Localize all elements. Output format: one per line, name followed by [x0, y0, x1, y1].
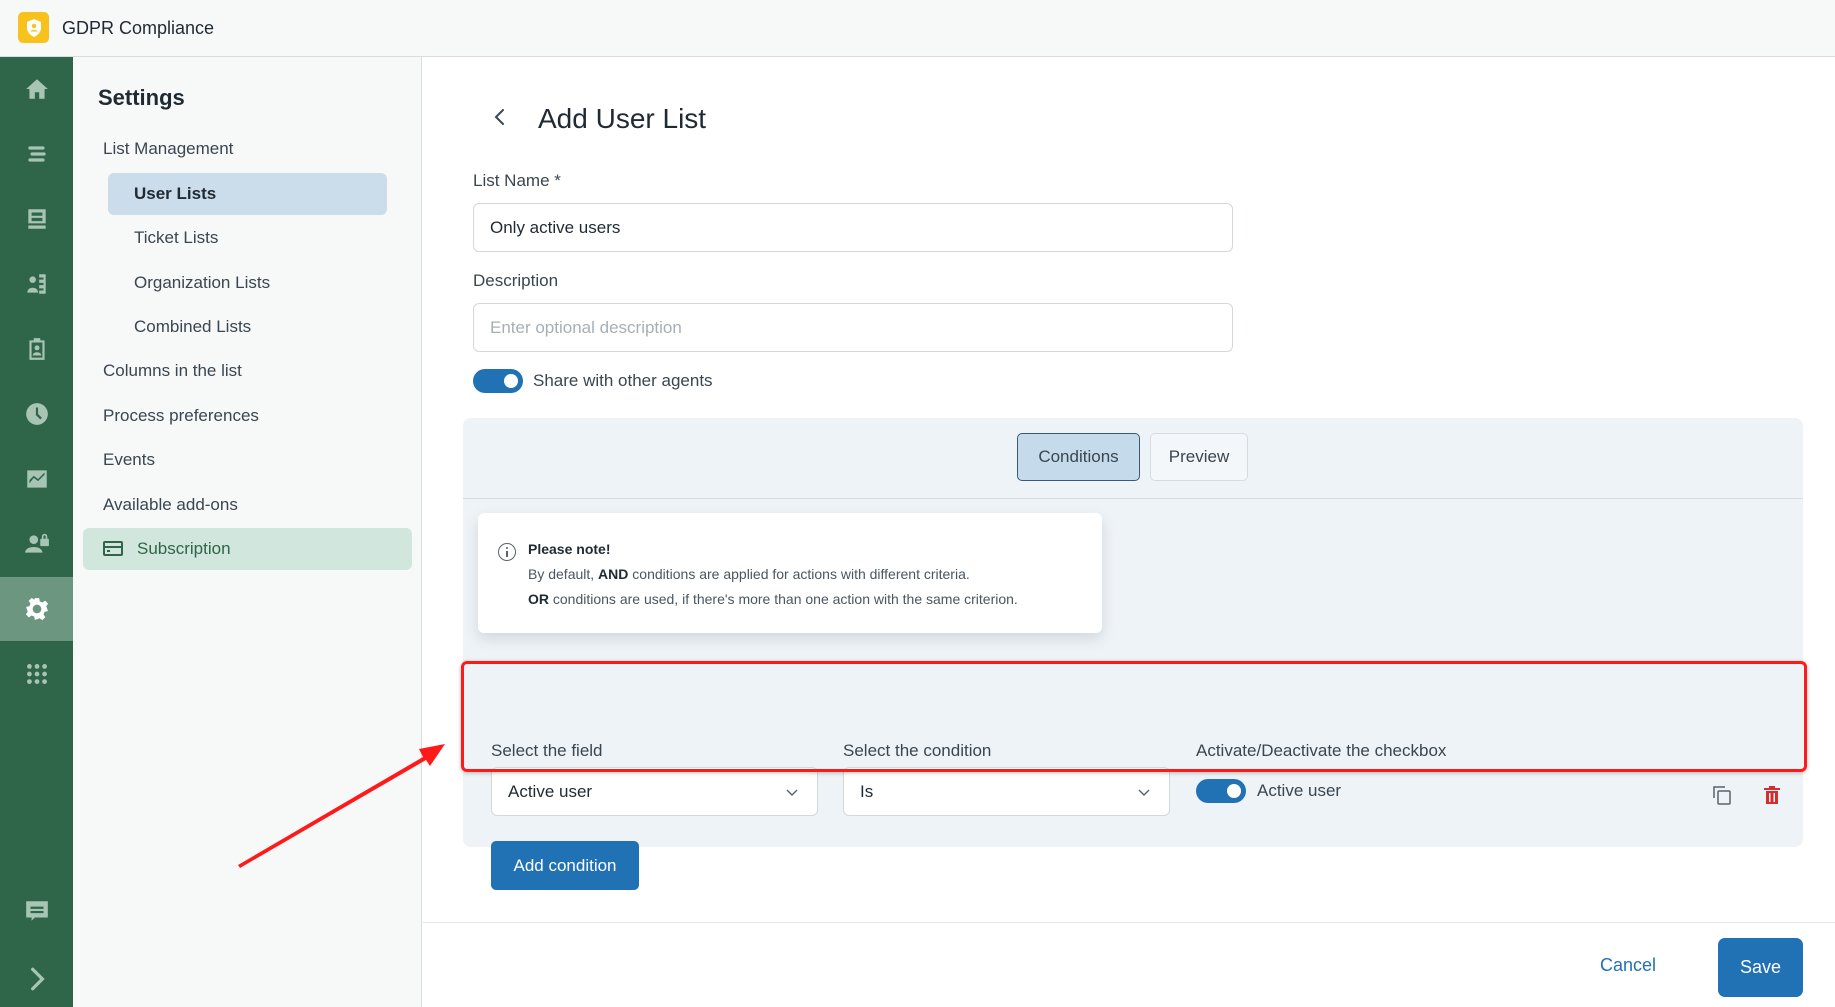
menu-item-columns[interactable]: Columns in the list [103, 361, 242, 381]
info-icon [498, 543, 516, 561]
page-title: Add User List [538, 103, 707, 134]
tab-divider [463, 498, 1803, 499]
share-toggle[interactable] [473, 369, 523, 393]
menu-item-organization-lists[interactable]: Organization Lists [134, 273, 270, 293]
share-label: Share with other agents [533, 371, 713, 390]
menu-item-ticket-lists[interactable]: Ticket Lists [134, 228, 218, 248]
list-name-label: List Name * [473, 171, 561, 190]
list-icon[interactable] [0, 122, 73, 186]
condition-select[interactable]: Is [843, 767, 1170, 816]
menu-item-process-preferences[interactable]: Process preferences [103, 406, 259, 426]
chat-icon[interactable] [0, 879, 73, 943]
field-select-value: Active user [508, 782, 593, 801]
field-select-label: Select the field [491, 741, 603, 760]
menu-item-list-management[interactable]: List Management [103, 139, 233, 159]
copy-icon[interactable] [1710, 783, 1734, 807]
shield-user-icon [18, 12, 49, 43]
user-lock-icon[interactable] [0, 512, 73, 576]
active-user-toggle-label: Active user [1257, 781, 1342, 800]
back-chevron-icon[interactable] [488, 105, 512, 129]
description-label: Description [473, 271, 559, 290]
menu-item-subscription-label: Subscription [137, 539, 231, 558]
inbox-icon[interactable] [0, 187, 73, 251]
app-title: GDPR Compliance [62, 18, 215, 38]
main-content: Add User List List Name * Description Sh… [423, 57, 1835, 1007]
list-name-input[interactable] [473, 203, 1233, 252]
menu-item-events[interactable]: Events [103, 450, 155, 470]
gear-icon[interactable] [0, 577, 73, 641]
description-input[interactable] [473, 303, 1233, 352]
left-nav [0, 57, 73, 1007]
settings-title: Settings [98, 85, 185, 110]
chevron-right-icon[interactable] [0, 947, 73, 1007]
menu-item-available-add-ons[interactable]: Available add-ons [103, 495, 238, 515]
clock-icon[interactable] [0, 382, 73, 446]
menu-item-combined-lists[interactable]: Combined Lists [134, 317, 251, 337]
note-line-or: OR conditions are used, if there's more … [528, 591, 1018, 607]
menu-item-subscription[interactable]: Subscription [83, 528, 412, 570]
credit-card-icon [103, 541, 123, 556]
top-bar: GDPR Compliance [0, 0, 1835, 57]
condition-row: Select the field Active user Select the … [463, 723, 1803, 833]
contacts-book-icon[interactable] [0, 252, 73, 316]
condition-select-label: Select the condition [843, 741, 992, 760]
home-icon[interactable] [0, 57, 73, 121]
menu-item-user-lists[interactable]: User Lists [108, 173, 387, 215]
conditions-panel: Conditions Preview Please note! By defau… [463, 418, 1803, 890]
tab-preview[interactable]: Preview [1150, 433, 1248, 481]
active-user-toggle[interactable] [1196, 779, 1246, 803]
field-select[interactable]: Active user [491, 767, 818, 816]
tab-conditions[interactable]: Conditions [1017, 433, 1140, 481]
condition-select-value: Is [860, 782, 874, 801]
badge-icon[interactable] [0, 317, 73, 381]
chevron-down-icon [1138, 789, 1150, 796]
chart-icon[interactable] [0, 447, 73, 511]
trash-icon[interactable] [1760, 783, 1784, 807]
footer-divider [423, 922, 1835, 923]
note-card: Please note! By default, AND conditions … [478, 513, 1102, 633]
note-line-and: By default, AND conditions are applied f… [528, 566, 970, 582]
settings-panel: Settings List Management User Lists Tick… [73, 57, 422, 1007]
note-title: Please note! [528, 541, 611, 557]
save-button[interactable]: Save [1718, 938, 1803, 997]
add-condition-button[interactable]: Add condition [491, 841, 639, 890]
chevron-down-icon [786, 789, 798, 796]
cancel-button[interactable]: Cancel [1600, 955, 1656, 976]
checkbox-label: Activate/Deactivate the checkbox [1196, 741, 1447, 760]
apps-grid-icon[interactable] [0, 642, 73, 706]
